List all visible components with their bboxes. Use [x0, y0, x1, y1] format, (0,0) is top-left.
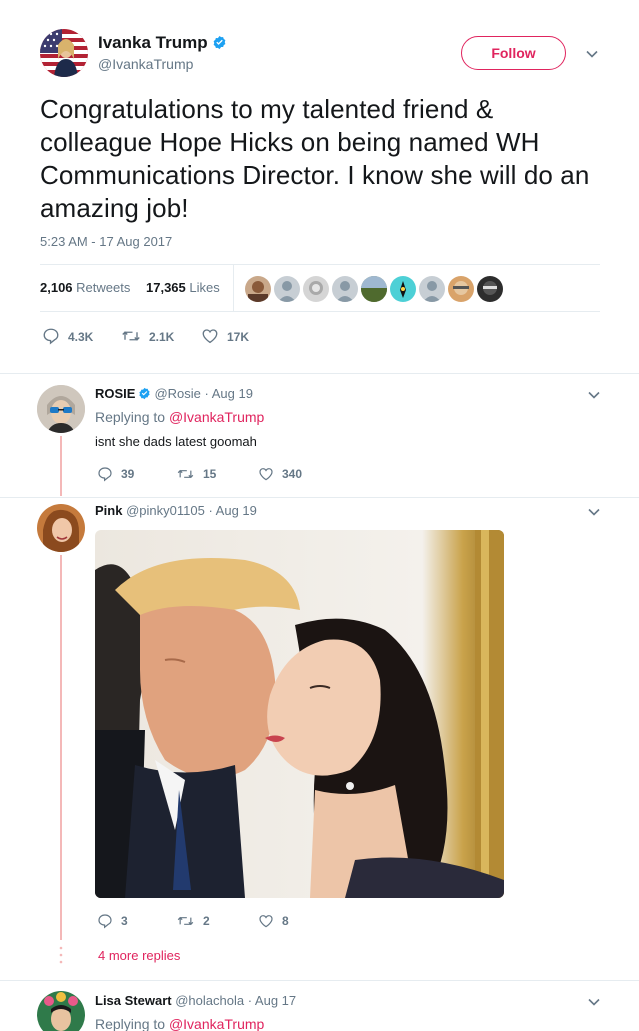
chevron-down-icon[interactable]	[585, 47, 599, 61]
reply-date[interactable]: · Aug 17	[248, 993, 296, 1008]
reply-header[interactable]: ROSIE @Rosie · Aug 19	[95, 386, 253, 401]
replying-to: Replying to @IvankaTrump	[95, 409, 264, 425]
reply-action[interactable]: 39	[97, 466, 134, 482]
reply-header[interactable]: Pink @pinky01105 · Aug 19	[95, 503, 257, 518]
retweet-icon	[177, 469, 194, 479]
replying-prefix: Replying to	[95, 409, 166, 425]
liker-avatar[interactable]	[390, 276, 416, 302]
follow-button[interactable]: Follow	[461, 36, 566, 70]
replying-to-link[interactable]: @IvankaTrump	[169, 409, 264, 425]
replying-prefix: Replying to	[95, 1016, 166, 1031]
retweet-action[interactable]: 2.1K	[121, 327, 174, 345]
avatar[interactable]	[37, 991, 85, 1031]
reply-count: 4.3K	[68, 330, 94, 344]
screen-name[interactable]: @holachola	[175, 993, 244, 1008]
retweets-label: Retweets	[76, 280, 131, 295]
stats-divider	[233, 265, 234, 311]
liker-avatar[interactable]	[245, 276, 271, 302]
display-name-text[interactable]: Ivanka Trump	[98, 33, 208, 52]
likes-label: Likes	[189, 280, 220, 295]
like-count: 17K	[227, 330, 250, 344]
reply-header[interactable]: Lisa Stewart @holachola · Aug 17	[95, 993, 296, 1008]
like-count: 8	[282, 914, 289, 928]
like-action[interactable]: 340	[258, 466, 302, 482]
like-count: 340	[282, 467, 303, 481]
liker-avatar[interactable]	[332, 276, 358, 302]
reply-text: isnt she dads latest goomah	[95, 434, 257, 449]
stats-row: 2,106 Retweets 17,365 Likes	[40, 264, 600, 312]
reply-icon	[43, 328, 59, 345]
thread-line	[60, 436, 62, 496]
retweet-count: 15	[203, 467, 217, 481]
thread-line	[60, 555, 62, 940]
likes-stat[interactable]: 17,365 Likes	[146, 280, 220, 295]
liker-avatar[interactable]	[477, 276, 503, 302]
like-action[interactable]: 8	[258, 913, 289, 929]
likes-count: 17,365	[146, 280, 186, 295]
timestamp[interactable]: 5:23 AM - 17 Aug 2017	[40, 234, 172, 249]
avatar[interactable]	[37, 385, 85, 433]
like-icon	[202, 329, 218, 344]
liker-avatar[interactable]	[361, 276, 387, 302]
retweet-action[interactable]: 15	[176, 466, 216, 482]
reply-count: 3	[121, 914, 128, 928]
like-icon	[259, 915, 273, 928]
verified-badge-icon	[139, 387, 151, 400]
reply-icon	[98, 467, 112, 482]
replying-to: Replying to @IvankaTrump	[95, 1016, 264, 1031]
main-tweet: Ivanka Trump @IvankaTrump Follow Congrat…	[0, 0, 639, 374]
chevron-down-icon[interactable]	[587, 388, 601, 402]
reply-icon	[98, 914, 112, 929]
reply-action[interactable]: 4.3K	[42, 327, 93, 345]
retweets-stat[interactable]: 2,106 Retweets	[40, 280, 130, 295]
more-replies-link[interactable]: 4 more replies	[98, 948, 180, 963]
reply-date[interactable]: · Aug 19	[208, 503, 256, 518]
display-name[interactable]: Ivanka Trump	[98, 33, 227, 53]
avatar[interactable]	[37, 504, 85, 552]
display-name[interactable]: Pink	[95, 503, 122, 518]
more-replies-dots	[59, 946, 63, 964]
chevron-down-icon[interactable]	[587, 505, 601, 519]
liker-avatar[interactable]	[274, 276, 300, 302]
liker-avatar[interactable]	[419, 276, 445, 302]
screen-name[interactable]: @IvankaTrump	[98, 56, 193, 72]
divider	[0, 980, 639, 981]
retweet-icon	[122, 331, 140, 341]
attached-photo[interactable]	[95, 530, 504, 898]
retweet-icon	[177, 916, 194, 926]
display-name[interactable]: Lisa Stewart	[95, 993, 172, 1008]
like-icon	[259, 468, 273, 481]
avatar[interactable]	[40, 29, 88, 77]
tweet-text: Congratulations to my talented friend & …	[40, 94, 590, 223]
liker-avatar[interactable]	[448, 276, 474, 302]
replying-to-link[interactable]: @IvankaTrump	[169, 1016, 264, 1031]
retweet-count: 2.1K	[149, 330, 175, 344]
divider	[0, 497, 639, 498]
retweet-action[interactable]: 2	[176, 913, 210, 929]
chevron-down-icon[interactable]	[587, 995, 601, 1009]
reply-count: 39	[121, 467, 135, 481]
retweet-count: 2	[203, 914, 210, 928]
like-action[interactable]: 17K	[201, 327, 249, 345]
retweets-count: 2,106	[40, 280, 73, 295]
reply-action[interactable]: 3	[97, 913, 128, 929]
display-name[interactable]: ROSIE	[95, 386, 135, 401]
reply-date[interactable]: · Aug 19	[205, 386, 253, 401]
liker-avatar[interactable]	[303, 276, 329, 302]
screen-name[interactable]: @Rosie	[154, 386, 200, 401]
verified-badge-icon	[213, 35, 225, 50]
screen-name[interactable]: @pinky01105	[126, 503, 205, 518]
